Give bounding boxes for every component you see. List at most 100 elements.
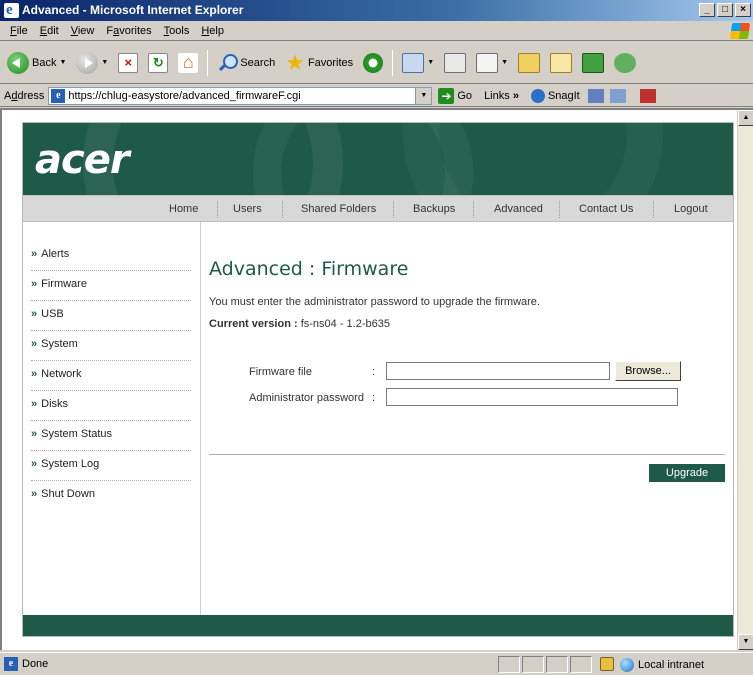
stop-button[interactable]: × xyxy=(115,48,141,78)
ie-icon xyxy=(4,0,19,21)
menu-view[interactable]: View xyxy=(65,25,101,37)
windows-flag-icon xyxy=(729,23,751,39)
sidebar-item-shut-down[interactable]: » Shut Down xyxy=(31,488,191,510)
sidebar: » Alerts » Firmware » USB » System » Network … xyxy=(23,222,201,615)
go-label: Go xyxy=(457,89,473,102)
history-button[interactable] xyxy=(360,48,386,78)
go-button[interactable]: ➔ Go xyxy=(438,87,473,104)
scroll-down-arrow-icon[interactable]: ▼ xyxy=(738,634,753,650)
plugin-icon xyxy=(582,52,605,73)
tool-icon[interactable] xyxy=(609,88,626,103)
intranet-icon xyxy=(620,657,634,672)
nav-logout[interactable]: Logout xyxy=(674,203,708,215)
favorites-button[interactable]: ★ Favorites xyxy=(282,48,356,78)
divider xyxy=(209,454,725,455)
status-text: Done xyxy=(22,658,49,670)
page-title: Advanced : Firmware xyxy=(209,258,409,280)
folder-icon xyxy=(518,52,541,73)
search-button[interactable]: Search xyxy=(214,48,278,78)
menu-help[interactable]: Help xyxy=(195,25,230,37)
menu-tools[interactable]: Tools xyxy=(158,25,196,37)
acer-logo: acer xyxy=(35,137,130,183)
print-button[interactable] xyxy=(441,48,469,78)
sidebar-item-system[interactable]: » System xyxy=(31,338,191,361)
chevron-down-icon[interactable]: ▼ xyxy=(415,87,432,104)
firmware-file-input[interactable] xyxy=(386,362,610,380)
header-banner: acer xyxy=(23,123,733,195)
sidebar-item-usb[interactable]: » USB xyxy=(31,308,191,331)
window-controls: _ □ × xyxy=(699,3,751,17)
search-label: Search xyxy=(240,56,276,69)
top-nav: Home Users Shared Folders Backups Advanc… xyxy=(23,195,733,222)
address-bar: Address e https://chlug-easystore/advanc… xyxy=(0,85,753,107)
nav-home[interactable]: Home xyxy=(169,203,198,215)
mail-button[interactable]: ▼ xyxy=(399,48,437,78)
vertical-scrollbar[interactable]: ▲ ▼ xyxy=(737,110,753,650)
sidebar-item-system-log[interactable]: » System Log xyxy=(31,458,191,481)
admin-password-label: Administrator password xyxy=(249,392,364,404)
chevron-down-icon[interactable]: ▼ xyxy=(101,59,108,66)
browser-viewport: acer Home Users Shared Folders Backups A… xyxy=(0,108,753,650)
forward-button[interactable]: ▼ xyxy=(73,48,111,78)
nav-advanced[interactable]: Advanced xyxy=(494,203,543,215)
nav-shared-folders[interactable]: Shared Folders xyxy=(301,203,376,215)
maximize-button[interactable]: □ xyxy=(717,3,733,17)
admin-password-input[interactable] xyxy=(386,388,678,406)
back-label: Back xyxy=(32,56,57,69)
chevron-down-icon[interactable]: ▼ xyxy=(501,59,508,66)
nav-users[interactable]: Users xyxy=(233,203,262,215)
messenger-button[interactable] xyxy=(611,48,639,78)
close-button[interactable]: × xyxy=(735,3,751,17)
address-input[interactable]: e https://chlug-easystore/advanced_firmw… xyxy=(48,86,433,105)
chevron-down-icon[interactable]: ▼ xyxy=(427,59,434,66)
folder-button[interactable] xyxy=(515,48,543,78)
snagit-button[interactable]: SnagIt xyxy=(530,88,580,103)
scroll-up-arrow-icon[interactable]: ▲ xyxy=(738,110,753,126)
nav-contact-us[interactable]: Contact Us xyxy=(579,203,633,215)
sidebar-item-network[interactable]: » Network xyxy=(31,368,191,391)
toolbar-separator xyxy=(392,49,394,76)
plugin-button[interactable] xyxy=(579,48,607,78)
messenger-icon xyxy=(614,52,637,73)
edit-button[interactable]: ▼ xyxy=(473,48,511,78)
menu-edit[interactable]: Edit xyxy=(34,25,65,37)
lock-icon xyxy=(600,657,614,671)
minimize-button[interactable]: _ xyxy=(699,3,715,17)
sidebar-item-system-status[interactable]: » System Status xyxy=(31,428,191,451)
menu-favorites[interactable]: Favorites xyxy=(100,25,157,37)
status-bar: e Done Local intranet xyxy=(0,652,753,675)
firmware-file-label: Firmware file xyxy=(249,366,312,378)
menu-file[interactable]: File xyxy=(4,25,34,37)
refresh-button[interactable]: ↻ xyxy=(145,48,171,78)
browse-button[interactable]: Browse... xyxy=(615,361,681,381)
research-icon xyxy=(550,52,573,73)
status-panels xyxy=(498,656,592,673)
history-icon xyxy=(363,52,384,73)
back-button[interactable]: Back ▼ xyxy=(4,48,69,78)
nav-backups[interactable]: Backups xyxy=(413,203,455,215)
print-icon xyxy=(444,52,467,73)
address-label: Address xyxy=(4,89,45,102)
page-description: You must enter the administrator passwor… xyxy=(209,296,540,308)
security-zone: Local intranet xyxy=(620,656,704,673)
window-title: Advanced - Microsoft Internet Explorer xyxy=(22,3,244,17)
chevron-down-icon[interactable]: ▼ xyxy=(59,59,66,66)
home-button[interactable]: ⌂ xyxy=(175,48,201,78)
sidebar-item-alerts[interactable]: » Alerts xyxy=(31,248,191,271)
links-button[interactable]: Links » xyxy=(484,90,519,102)
upgrade-button[interactable]: Upgrade xyxy=(649,464,725,482)
sidebar-item-firmware[interactable]: » Firmware xyxy=(31,278,191,301)
favorites-label: Favorites xyxy=(307,56,354,69)
web-page: acer Home Users Shared Folders Backups A… xyxy=(22,122,734,637)
toolbar: Back ▼ ▼ × ↻ ⌂ Search ★ Favorites ▼ ▼ xyxy=(0,42,753,84)
research-button[interactable] xyxy=(547,48,575,78)
tool-icon[interactable] xyxy=(587,88,604,103)
menu-bar: File Edit View Favorites Tools Help xyxy=(0,21,753,41)
page-footer xyxy=(23,615,733,636)
current-version: Current version : fs-ns04 - 1.2-b635 xyxy=(209,318,390,330)
sidebar-item-disks[interactable]: » Disks xyxy=(31,398,191,421)
snagit-icon xyxy=(530,88,545,103)
acrobat-icon[interactable] xyxy=(639,88,656,103)
toolbar-separator xyxy=(207,49,209,76)
word-icon xyxy=(476,52,499,73)
